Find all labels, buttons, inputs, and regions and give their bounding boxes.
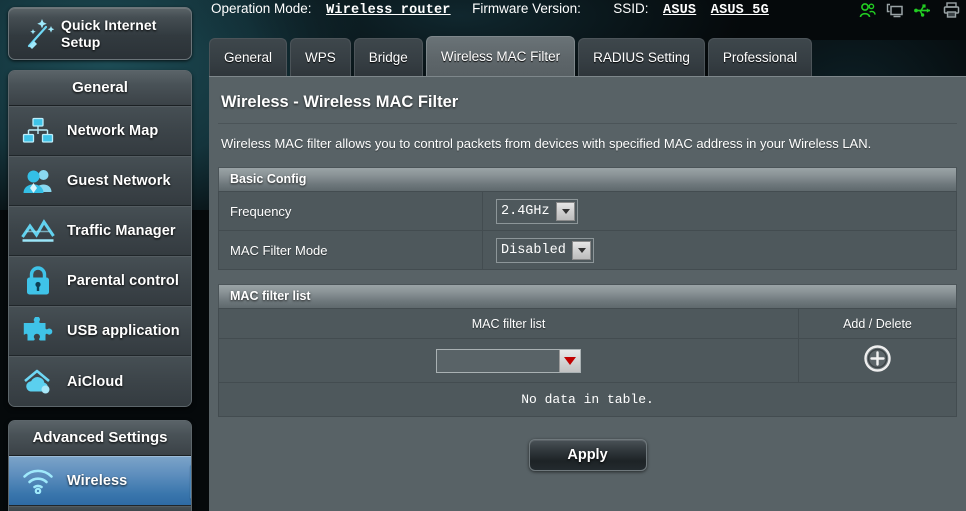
firmware-version-label: Firmware Version: bbox=[472, 1, 581, 16]
sidebar-label-guest-network: Guest Network bbox=[67, 173, 171, 189]
column-header-mac-filter-list: MAC filter list bbox=[218, 308, 799, 339]
mac-address-combobox[interactable] bbox=[436, 348, 581, 373]
sidebar-item-aicloud[interactable]: AiCloud bbox=[9, 356, 191, 406]
guest-users-icon[interactable] bbox=[859, 2, 876, 18]
network-map-icon bbox=[9, 117, 67, 145]
sidebar-item-wireless[interactable]: Wireless bbox=[9, 456, 191, 506]
traffic-manager-icon bbox=[9, 217, 67, 245]
ssid-5ghz-value[interactable]: ASUS_5G bbox=[711, 3, 769, 18]
mac-dropdown-button[interactable] bbox=[559, 349, 580, 372]
add-delete-cell bbox=[798, 338, 957, 383]
sidebar-item-next-partial[interactable] bbox=[9, 506, 191, 511]
sidebar-label-network-map: Network Map bbox=[67, 123, 159, 139]
sidebar-item-traffic-manager[interactable]: Traffic Manager bbox=[9, 206, 191, 256]
sidebar-label-aicloud: AiCloud bbox=[67, 373, 124, 390]
guest-network-icon bbox=[9, 167, 67, 195]
router-admin-window: Operation Mode: Wireless router Firmware… bbox=[0, 0, 966, 511]
plus-circle-icon[interactable] bbox=[864, 344, 891, 372]
sidebar-general-header: General bbox=[9, 71, 191, 106]
wifi-icon bbox=[9, 468, 67, 495]
operation-mode-label: Operation Mode: bbox=[211, 1, 312, 16]
cloud-house-icon bbox=[9, 368, 67, 396]
page-description: Wireless MAC filter allows you to contro… bbox=[221, 136, 872, 151]
status-icon-group bbox=[859, 2, 960, 18]
tab-general[interactable]: General bbox=[209, 38, 288, 76]
column-header-add-delete: Add / Delete bbox=[798, 308, 957, 339]
usb-icon[interactable] bbox=[914, 3, 933, 18]
sidebar: General Network Map Guest Network Traffi… bbox=[8, 70, 192, 511]
printer-icon[interactable] bbox=[943, 2, 960, 18]
mac-filter-mode-label: MAC Filter Mode bbox=[218, 230, 483, 270]
sidebar-label-wireless: Wireless bbox=[67, 473, 128, 489]
puzzle-piece-icon bbox=[9, 316, 67, 346]
frequency-value-cell: 2.4GHz bbox=[482, 191, 957, 231]
sidebar-item-network-map[interactable]: Network Map bbox=[9, 106, 191, 156]
mac-filter-mode-select-wrap: Disabled bbox=[496, 237, 594, 263]
ssid-24ghz-value[interactable]: ASUS bbox=[663, 3, 696, 18]
table-row bbox=[218, 338, 957, 383]
tab-bridge[interactable]: Bridge bbox=[353, 38, 423, 76]
mac-input-cell bbox=[218, 338, 799, 383]
page-title: Wireless - Wireless MAC Filter bbox=[221, 93, 459, 111]
network-clients-icon[interactable] bbox=[886, 3, 904, 18]
sidebar-label-traffic-manager: Traffic Manager bbox=[67, 223, 176, 239]
tab-professional[interactable]: Professional bbox=[707, 38, 813, 76]
triangle-down-icon bbox=[564, 356, 576, 365]
mac-filter-list-section-header: MAC filter list bbox=[218, 284, 957, 308]
top-status-bar: Operation Mode: Wireless router Firmware… bbox=[0, 0, 966, 22]
ssid-label: SSID: bbox=[613, 1, 649, 16]
frequency-select-wrap: 2.4GHz bbox=[496, 198, 578, 224]
frequency-select[interactable]: 2.4GHz bbox=[496, 198, 578, 224]
sidebar-label-parental-control: Parental control bbox=[67, 273, 179, 289]
sidebar-label-usb-application: USB application bbox=[67, 323, 180, 339]
frequency-label: Frequency bbox=[218, 191, 483, 231]
table-row: Frequency 2.4GHz bbox=[218, 191, 957, 231]
sidebar-item-guest-network[interactable]: Guest Network bbox=[9, 156, 191, 206]
main-content-panel: Wireless - Wireless MAC Filter Wireless … bbox=[209, 76, 966, 511]
sidebar-item-parental-control[interactable]: Parental control bbox=[9, 256, 191, 306]
table-row: MAC Filter Mode Disabled bbox=[218, 230, 957, 270]
empty-table-message: No data in table. bbox=[218, 382, 957, 417]
padlock-icon bbox=[9, 266, 67, 296]
basic-config-table: Frequency 2.4GHz MAC Filter Mode Disable… bbox=[218, 191, 957, 270]
sidebar-group-general: General Network Map Guest Network Traffi… bbox=[8, 70, 192, 407]
tab-bar: General WPS Bridge Wireless MAC Filter R… bbox=[209, 36, 815, 76]
qis-line-2: Setup bbox=[61, 33, 101, 50]
apply-button-container: Apply bbox=[218, 439, 957, 471]
sidebar-advanced-header: Advanced Settings bbox=[9, 421, 191, 456]
mac-filter-mode-select[interactable]: Disabled bbox=[496, 237, 594, 263]
mac-filter-list-table: MAC filter list Add / Delete No data in … bbox=[218, 308, 957, 417]
table-header-row: MAC filter list Add / Delete bbox=[218, 308, 957, 339]
tab-wireless-mac-filter[interactable]: Wireless MAC Filter bbox=[425, 36, 576, 76]
mac-address-input[interactable] bbox=[437, 349, 559, 372]
sidebar-item-usb-application[interactable]: USB application bbox=[9, 306, 191, 356]
mac-filter-mode-value-cell: Disabled bbox=[482, 230, 957, 270]
apply-button[interactable]: Apply bbox=[528, 439, 647, 471]
title-divider bbox=[218, 123, 957, 124]
sidebar-group-advanced: Advanced Settings Wireless bbox=[8, 420, 192, 511]
tab-radius-setting[interactable]: RADIUS Setting bbox=[578, 38, 705, 76]
tab-wps[interactable]: WPS bbox=[290, 38, 351, 76]
operation-mode-value[interactable]: Wireless router bbox=[326, 3, 451, 18]
table-row: No data in table. bbox=[218, 382, 957, 417]
basic-config-section-header: Basic Config bbox=[218, 167, 957, 191]
